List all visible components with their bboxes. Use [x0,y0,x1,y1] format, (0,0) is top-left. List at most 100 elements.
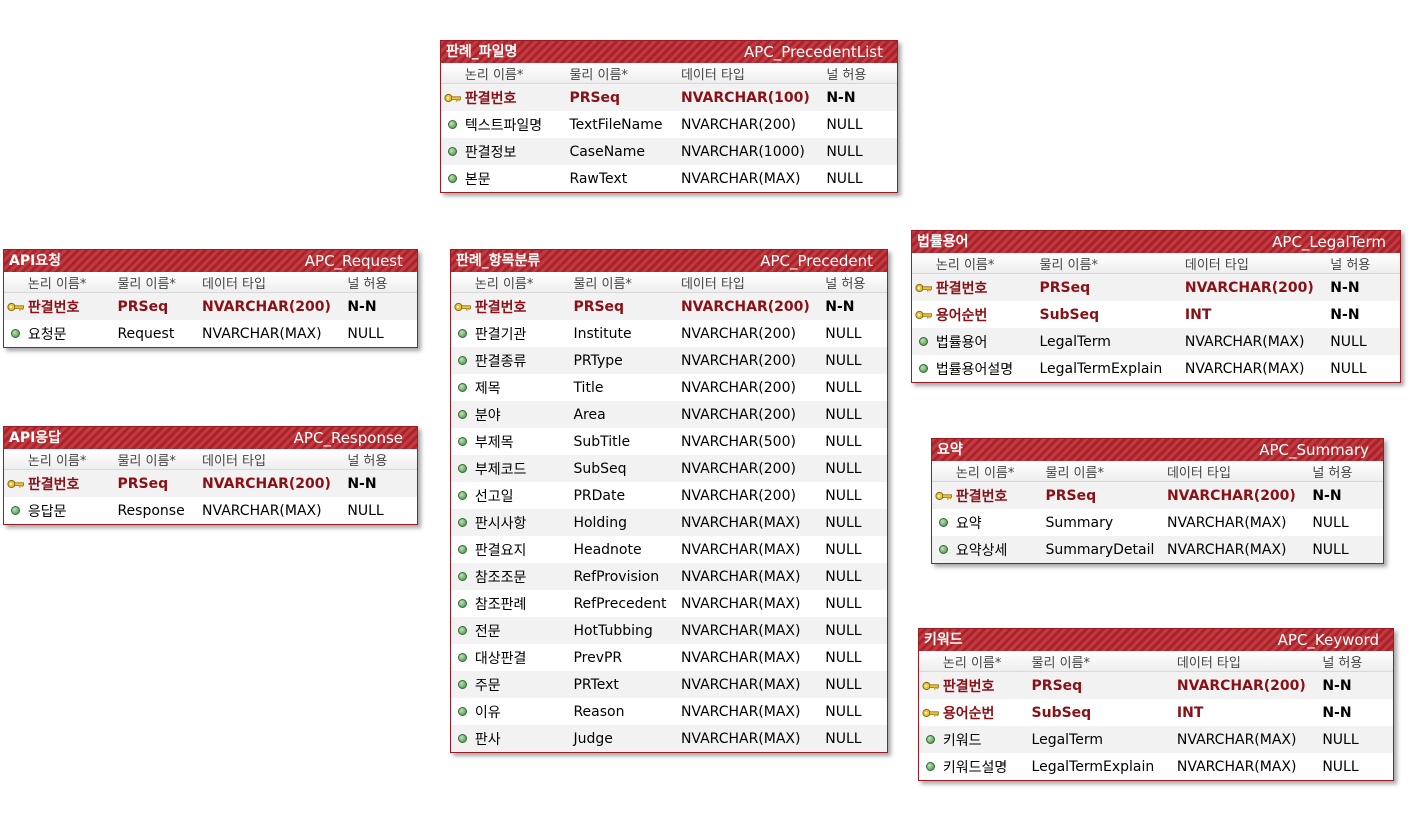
attribute-type: NVARCHAR(200) [680,352,796,369]
entity-legalterm[interactable]: 법률용어 APC_LegalTerm 논리 이름* 물리 이름* 데이터 타입 널 허용 판… [911,230,1401,383]
key-icon [919,708,943,718]
attribute-logical: 부제목 [474,434,514,451]
attribute-row[interactable]: 법률용어설명 LegalTermExplain NVARCHAR(MAX) NULL [912,355,1400,382]
entity-physical-name: APC_Keyword [1277,631,1379,649]
attribute-row[interactable]: 본문 RawText NVARCHAR(MAX) NULL [441,165,897,192]
attribute-logical: 판결번호 [942,678,995,695]
column-header-nullable: 널 허용 [825,276,866,292]
column-icon [932,545,956,554]
attribute-type: NVARCHAR(MAX) [1176,758,1297,775]
attribute-row[interactable]: 판시사항 Holding NVARCHAR(MAX) NULL [451,509,887,536]
attribute-row[interactable]: 텍스트파일명 TextFileName NVARCHAR(200) NULL [441,111,897,138]
attribute-row[interactable]: 판결종류 PRType NVARCHAR(200) NULL [451,347,887,374]
attribute-row[interactable]: 참조판례 RefPrecedent NVARCHAR(MAX) NULL [451,590,887,617]
attribute-logical: 판결요지 [474,542,527,559]
column-header-logical: 논리 이름* [464,67,524,83]
entity-request[interactable]: API요청 APC_Request 논리 이름* 물리 이름* 데이터 타입 널 허용 판결… [3,249,418,348]
column-header-type: 데이터 타입 [202,453,266,469]
entity-precedent[interactable]: 판례_항목분류 APC_Precedent 논리 이름* 물리 이름* 데이터 타입 널 … [450,249,888,753]
attribute-nullable: NULL [825,514,862,531]
entity-header[interactable]: 판례_항목분류 APC_Precedent [451,250,887,272]
column-header-nullable: 널 허용 [1322,655,1363,671]
attribute-logical: 판결번호 [955,488,1008,505]
attribute-logical: 용어순번 [942,705,995,722]
attribute-list: 판결번호 PRSeq NVARCHAR(200) N-N 용어순번 SubSeq INT N-… [919,672,1393,780]
entity-header[interactable]: 요약 APC_Summary [932,439,1383,461]
entity-header[interactable]: API요청 APC_Request [4,250,417,272]
column-icon [912,337,936,346]
attribute-row[interactable]: 판결요지 Headnote NVARCHAR(MAX) NULL [451,536,887,563]
attribute-row[interactable]: 요약 Summary NVARCHAR(MAX) NULL [932,509,1383,536]
key-icon [4,479,28,489]
attribute-type: NVARCHAR(MAX) [680,541,801,558]
attribute-row[interactable]: 대상판결 PrevPR NVARCHAR(MAX) NULL [451,644,887,671]
attribute-logical: 판결번호 [935,280,988,297]
entity-summary[interactable]: 요약 APC_Summary 논리 이름* 물리 이름* 데이터 타입 널 허용 판결번호 P… [931,438,1384,564]
attribute-type: NVARCHAR(MAX) [680,703,801,720]
primary-key-row[interactable]: 판결번호 PRSeq NVARCHAR(100) N-N [441,84,897,111]
attribute-row[interactable]: 참조조문 RefProvision NVARCHAR(MAX) NULL [451,563,887,590]
attribute-nullable: N-N [347,298,377,315]
column-header-type: 데이터 타입 [202,276,266,292]
attribute-row[interactable]: 부제목 SubTitle NVARCHAR(500) NULL [451,428,887,455]
attribute-nullable: NULL [1322,758,1359,775]
attribute-row[interactable]: 판사 Judge NVARCHAR(MAX) NULL [451,725,887,752]
attribute-logical: 주문 [474,677,501,694]
primary-key-row[interactable]: 판결번호 PRSeq NVARCHAR(200) N-N [451,293,887,320]
entity-precedentlist[interactable]: 판례_파일명 APC_PrecedentList 논리 이름* 물리 이름* 데이터 타… [440,40,898,193]
attribute-type: NVARCHAR(200) [680,298,810,315]
entity-header[interactable]: 키워드 APC_Keyword [919,629,1393,651]
attribute-logical: 판결번호 [27,299,80,316]
attribute-nullable: NULL [825,730,862,747]
attribute-type: NVARCHAR(MAX) [1184,360,1305,377]
attribute-row[interactable]: 키워드설명 LegalTermExplain NVARCHAR(MAX) NULL [919,753,1393,780]
entity-header[interactable]: API응답 APC_Response [4,427,417,449]
attribute-physical: PRType [573,352,623,369]
attribute-row[interactable]: 판결정보 CaseName NVARCHAR(1000) NULL [441,138,897,165]
column-icon [451,518,475,527]
attribute-row[interactable]: 선고일 PRDate NVARCHAR(200) NULL [451,482,887,509]
attribute-nullable: NULL [826,143,863,160]
primary-key-row[interactable]: 판결번호 PRSeq NVARCHAR(200) N-N [932,482,1383,509]
attribute-row[interactable]: 요청문 Request NVARCHAR(MAX) NULL [4,320,417,347]
entity-header[interactable]: 판례_파일명 APC_PrecedentList [441,41,897,63]
attribute-physical: LegalTermExplain [1031,758,1155,775]
attribute-logical: 대상판결 [474,650,527,667]
attribute-nullable: N-N [347,475,377,492]
attribute-type: NVARCHAR(200) [1166,487,1296,504]
attribute-row[interactable]: 주문 PRText NVARCHAR(MAX) NULL [451,671,887,698]
column-icon [451,437,475,446]
entity-response[interactable]: API응답 APC_Response 논리 이름* 물리 이름* 데이터 타입 널 허용 판… [3,426,418,525]
column-header-nullable: 널 허용 [1330,257,1371,273]
attribute-row[interactable]: 법률용어 LegalTerm NVARCHAR(MAX) NULL [912,328,1400,355]
attribute-nullable: NULL [1330,333,1367,350]
attribute-type: NVARCHAR(200) [680,460,796,477]
attribute-physical: Summary [1045,514,1114,531]
entity-header[interactable]: 법률용어 APC_LegalTerm [912,231,1400,253]
attribute-row[interactable]: 요약상세 SummaryDetail NVARCHAR(MAX) NULL [932,536,1383,563]
primary-key-row[interactable]: 판결번호 PRSeq NVARCHAR(200) N-N [4,470,417,497]
attribute-row[interactable]: 제목 Title NVARCHAR(200) NULL [451,374,887,401]
primary-key-row[interactable]: 판결번호 PRSeq NVARCHAR(200) N-N [919,672,1393,699]
primary-key-row[interactable]: 용어순번 SubSeq INT N-N [919,699,1393,726]
attribute-row[interactable]: 전문 HotTubbing NVARCHAR(MAX) NULL [451,617,887,644]
attribute-row[interactable]: 판결기관 Institute NVARCHAR(200) NULL [451,320,887,347]
primary-key-row[interactable]: 판결번호 PRSeq NVARCHAR(200) N-N [4,293,417,320]
attribute-physical: PRSeq [1031,677,1083,694]
attribute-logical: 키워드설명 [942,759,1008,776]
column-icon [451,410,475,419]
attribute-row[interactable]: 응답문 Response NVARCHAR(MAX) NULL [4,497,417,524]
attribute-row[interactable]: 분야 Area NVARCHAR(200) NULL [451,401,887,428]
column-header-nullable: 널 허용 [1312,465,1353,481]
attribute-nullable: NULL [347,325,384,342]
entity-keyword[interactable]: 키워드 APC_Keyword 논리 이름* 물리 이름* 데이터 타입 널 허용 판결번호… [918,628,1394,781]
attribute-physical: PRSeq [117,475,169,492]
attribute-physical: RawText [569,170,628,187]
attribute-type: NVARCHAR(200) [1184,279,1314,296]
attribute-row[interactable]: 이유 Reason NVARCHAR(MAX) NULL [451,698,887,725]
attribute-row[interactable]: 키워드 LegalTerm NVARCHAR(MAX) NULL [919,726,1393,753]
attribute-physical: PRText [573,676,619,693]
attribute-row[interactable]: 부제코드 SubSeq NVARCHAR(200) NULL [451,455,887,482]
primary-key-row[interactable]: 판결번호 PRSeq NVARCHAR(200) N-N [912,274,1400,301]
primary-key-row[interactable]: 용어순번 SubSeq INT N-N [912,301,1400,328]
